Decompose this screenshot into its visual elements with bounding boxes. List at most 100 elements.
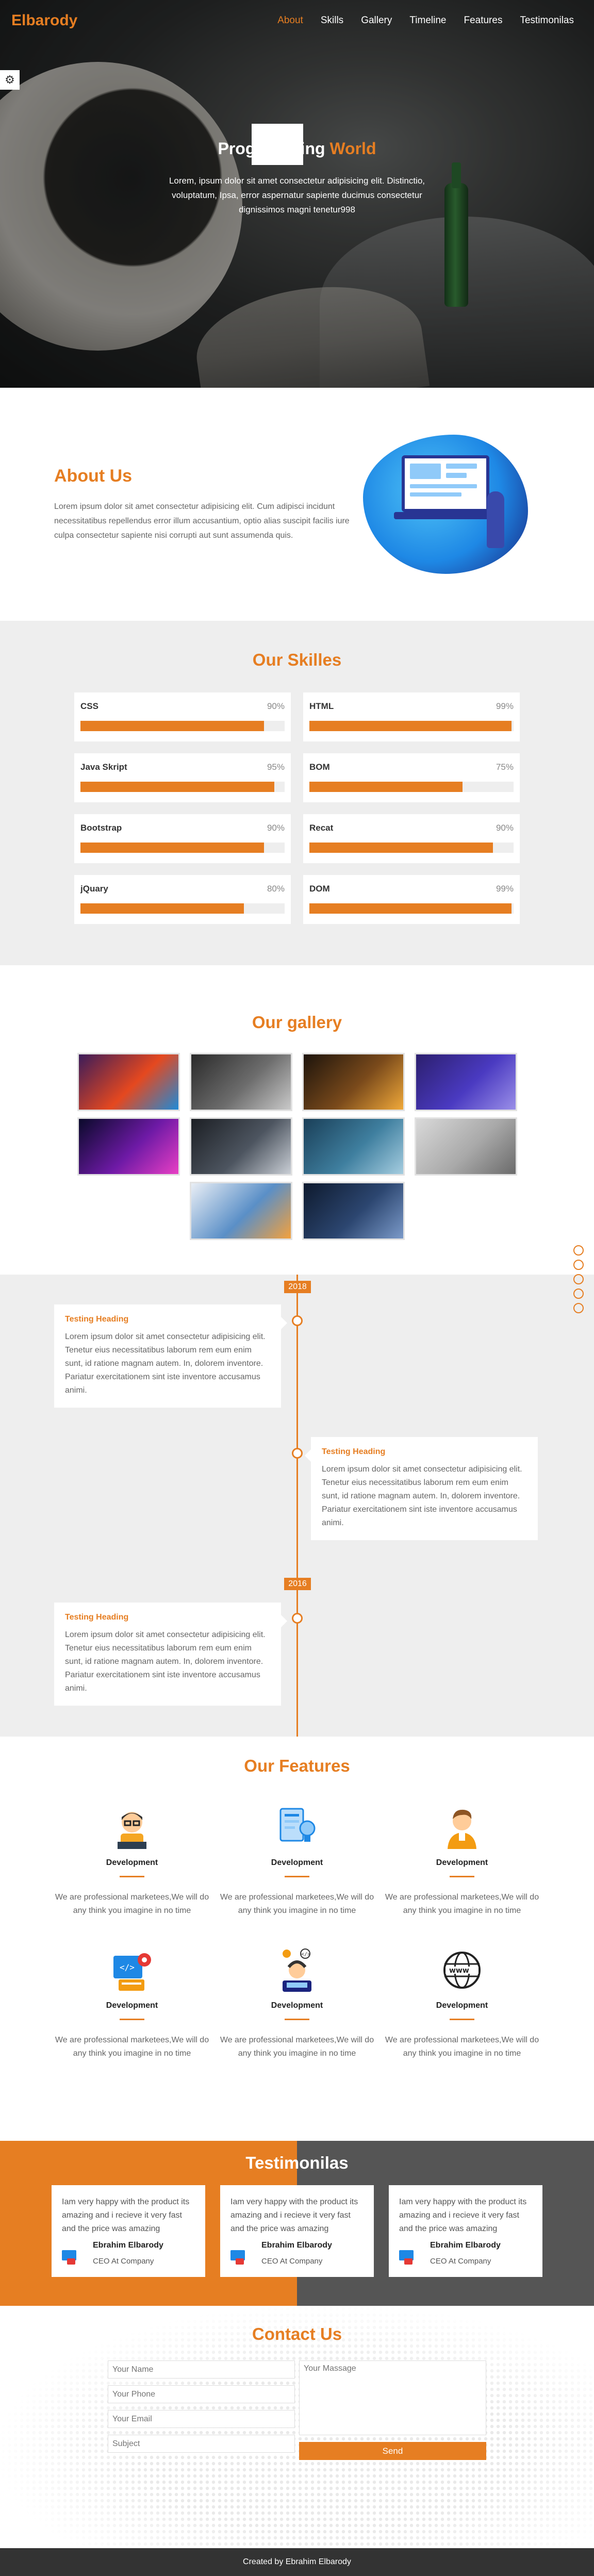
skill-progress-bar <box>309 721 514 731</box>
skill-percent: 99% <box>496 884 514 894</box>
feature-card: </> Development We are professional market… <box>214 1944 380 2060</box>
testimonial-card: Iam very happy with the product its amaz… <box>220 2185 374 2277</box>
timeline-dot <box>292 1448 303 1459</box>
settings-button[interactable]: ⚙ <box>0 70 20 90</box>
feature-divider <box>450 1876 474 1877</box>
gallery-grid <box>75 1053 519 1240</box>
avatar <box>230 2248 248 2266</box>
hero-content: Programming World Lorem, ipsum dolor sit… <box>0 124 594 217</box>
skill-percent: 99% <box>496 701 514 711</box>
email-field[interactable] <box>108 2410 295 2428</box>
feature-title: Development <box>106 1858 158 1867</box>
skill-card: DOM 99% <box>303 875 520 924</box>
skill-card: Java Skript 95% <box>74 753 291 802</box>
developer-person-icon <box>436 1802 488 1853</box>
skill-progress-bar <box>309 843 514 853</box>
footer: Created by Ebrahim Elbarody <box>0 2548 594 2576</box>
skill-progress-fill <box>309 843 493 853</box>
feature-title: Development <box>271 1858 323 1867</box>
feature-card: Development We are professional marketees… <box>50 1802 214 1918</box>
planet-image[interactable] <box>414 1053 517 1111</box>
name-field[interactable] <box>108 2360 295 2379</box>
send-button[interactable]: Send <box>299 2442 486 2460</box>
about-section: About Us Lorem ipsum dolor sit amet cons… <box>0 388 594 621</box>
skill-progress-bar <box>80 843 285 853</box>
skill-percent: 75% <box>496 762 514 772</box>
bullet-about[interactable] <box>573 1245 584 1256</box>
feature-text: We are professional marketees,We will do… <box>55 1893 209 1915</box>
testimonial-role: CEO At Company <box>261 2257 323 2266</box>
timeline-card-heading: Testing Heading <box>65 1613 129 1622</box>
nav-item-testimonials[interactable]: Testimonilas <box>511 15 583 26</box>
astronaut-image[interactable] <box>189 1117 292 1176</box>
testimonials-section: Testimonilas Iam very happy with the pro… <box>0 2141 594 2306</box>
feature-title: Development <box>436 1858 488 1867</box>
timeline-card-heading: Testing Heading <box>322 1447 386 1456</box>
feature-text: We are professional marketees,We will do… <box>55 2036 209 2058</box>
nav-item-features[interactable]: Features <box>455 15 511 26</box>
nav-item-gallery[interactable]: Gallery <box>352 15 401 26</box>
svg-text:</>: </> <box>120 1962 135 1972</box>
timeline-card-text: Lorem ipsum dolor sit amet consectetur a… <box>322 1465 522 1527</box>
nav-item-skills[interactable]: Skills <box>312 15 352 26</box>
gear-icon: ⚙ <box>5 73 15 86</box>
skill-percent: 90% <box>496 823 514 833</box>
gallery-section: Our gallery <box>0 965 594 1275</box>
laptop-desk-image[interactable] <box>414 1117 517 1176</box>
bullet-gallery[interactable] <box>573 1274 584 1284</box>
clock-image[interactable] <box>302 1053 405 1111</box>
nav-item-about[interactable]: About <box>269 15 312 26</box>
feature-divider <box>120 2019 144 2020</box>
feature-text: We are professional marketees,We will do… <box>220 1893 374 1915</box>
feature-divider <box>120 1876 144 1877</box>
hero-title-prefix: Programming <box>218 139 325 158</box>
testimonial-name: Ebrahim Elbarody <box>93 2241 163 2250</box>
skill-percent: 95% <box>267 762 285 772</box>
neon-ring-image[interactable] <box>77 1117 180 1176</box>
nav-menu: About Skills Gallery Timeline Features T… <box>269 15 583 26</box>
bullet-timeline[interactable] <box>573 1289 584 1299</box>
message-field[interactable] <box>299 2360 486 2435</box>
skill-progress-bar <box>80 721 285 731</box>
feature-divider <box>285 1876 309 1877</box>
nav-item-timeline[interactable]: Timeline <box>401 15 455 26</box>
skills-grid: CSS 90% HTML 99% Java Skript 95% BOM 75% Bootstr… <box>74 692 520 924</box>
skill-progress-bar <box>309 782 514 792</box>
skill-percent: 90% <box>267 823 285 833</box>
testimonial-card: Iam very happy with the product its amaz… <box>389 2185 542 2277</box>
night-road-image[interactable] <box>302 1182 405 1240</box>
logo[interactable]: Elbarody <box>11 12 77 29</box>
bullet-features[interactable] <box>573 1303 584 1313</box>
skill-progress-fill <box>80 721 265 731</box>
programmer-glasses-icon <box>106 1802 158 1853</box>
idea-document-icon <box>271 1802 323 1853</box>
testimonial-role: CEO At Company <box>93 2257 154 2266</box>
skill-percent: 90% <box>267 701 285 711</box>
skill-progress-fill <box>309 782 463 792</box>
timeline-year: 2016 <box>284 1578 311 1590</box>
features-section: Our Features Development We are professio… <box>0 1737 594 2141</box>
skill-percent: 80% <box>267 884 285 894</box>
phone-field[interactable] <box>108 2385 295 2403</box>
mountain-lake-image[interactable] <box>302 1117 405 1176</box>
skills-title: Our Skilles <box>252 650 342 669</box>
features-title: Our Features <box>244 1756 350 1775</box>
svg-text:</>: </> <box>301 1952 310 1957</box>
avatar <box>62 2248 79 2266</box>
contact-title: Contact Us <box>252 2324 342 2343</box>
skill-progress-fill <box>80 843 265 853</box>
skill-name: DOM <box>309 884 330 894</box>
about-illustration <box>358 430 530 579</box>
testimonial-name: Ebrahim Elbarody <box>261 2241 332 2250</box>
laptop-hands-image[interactable] <box>189 1053 292 1111</box>
colorful-paint-image[interactable] <box>77 1053 180 1111</box>
bullet-skills[interactable] <box>573 1260 584 1270</box>
feature-card: </> Development We are professional market… <box>50 1944 214 2060</box>
feature-divider <box>285 2019 309 2020</box>
skill-card: jQuary 80% <box>74 875 291 924</box>
feature-card: Development We are professional marketees… <box>380 1802 544 1918</box>
skills-section: Our Skilles CSS 90% HTML 99% Java Skript 95% B… <box>0 621 594 965</box>
subject-field[interactable] <box>108 2435 295 2453</box>
skill-name: BOM <box>309 762 330 772</box>
coding-image[interactable] <box>189 1182 292 1240</box>
